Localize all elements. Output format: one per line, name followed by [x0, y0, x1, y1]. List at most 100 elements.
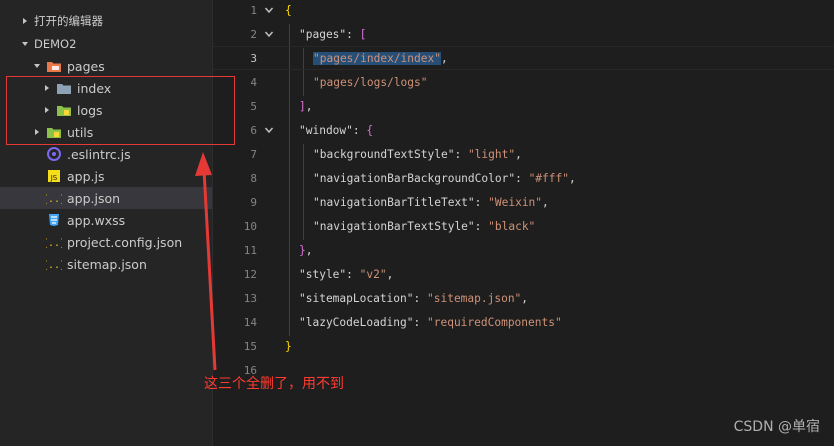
- code-token: "pages/logs/logs": [313, 75, 428, 89]
- code-token: :: [413, 315, 427, 329]
- code-token: ,: [542, 195, 549, 209]
- chevron-down-icon: [32, 61, 42, 71]
- svg-text:JS: JS: [50, 174, 58, 182]
- code-token: {: [366, 123, 374, 137]
- code-token: :: [474, 219, 489, 233]
- code-token: :: [352, 123, 367, 137]
- code-text: "navigationBarTextStyle": "black": [313, 220, 535, 233]
- code-token: "#fff": [528, 171, 569, 185]
- code-token: ,: [521, 291, 529, 305]
- tree-item-label: project.config.json: [67, 234, 183, 250]
- code-line[interactable]: 2 "pages": [: [213, 22, 834, 46]
- code-line[interactable]: 15}: [213, 334, 834, 358]
- fold-chevron-icon[interactable]: [263, 28, 275, 40]
- svg-text:{..}: {..}: [46, 238, 62, 249]
- code-text: ],: [299, 100, 313, 113]
- code-line[interactable]: 10 "navigationBarTextStyle": "black": [213, 214, 834, 238]
- chevron-right-icon: [20, 16, 30, 26]
- code-token: :: [413, 291, 427, 305]
- code-line[interactable]: 12 "style": "v2",: [213, 262, 834, 286]
- code-token: "pages": [299, 27, 347, 41]
- annotation-arrow-icon: [195, 152, 217, 371]
- fold-chevron-icon[interactable]: [263, 124, 275, 136]
- code-line[interactable]: 7 "backgroundTextStyle": "light",: [213, 142, 834, 166]
- code-token: "window": [299, 123, 353, 137]
- tree-item-sitemap-json[interactable]: {..} sitemap.json: [0, 253, 213, 275]
- tree-item-app-js[interactable]: JS app.js: [0, 165, 213, 187]
- code-token: {: [285, 3, 292, 17]
- code-token: ,: [305, 243, 313, 257]
- annotation-text: 这三个全删了，用不到: [204, 376, 344, 392]
- fold-chevron-icon[interactable]: [263, 4, 275, 16]
- tree-item-label: pages: [67, 58, 105, 74]
- code-line[interactable]: 5],: [213, 94, 834, 118]
- code-line[interactable]: 3 "pages/index/index",: [213, 46, 834, 70]
- code-token: "pages/index/index": [313, 51, 441, 65]
- code-token: ,: [515, 147, 522, 161]
- code-token: "v2": [359, 267, 387, 281]
- code-text: "window": {: [299, 124, 373, 137]
- code-text: "pages": [: [299, 28, 366, 41]
- code-line[interactable]: 8 "navigationBarBackgroundColor": "#fff",: [213, 166, 834, 190]
- project-section[interactable]: DEMO2: [0, 33, 213, 55]
- svg-text:{..}: {..}: [46, 194, 62, 205]
- code-line[interactable]: 4 "pages/logs/logs": [213, 70, 834, 94]
- json-file-icon: {..}: [46, 191, 62, 205]
- tree-item-app-wxss[interactable]: app.wxss: [0, 209, 213, 231]
- tree-item-label: sitemap.json: [67, 256, 147, 272]
- code-token: :: [346, 27, 360, 41]
- code-token: "sitemap.json": [427, 291, 522, 305]
- svg-text:{..}: {..}: [46, 260, 62, 271]
- folder-open-icon: [46, 59, 62, 73]
- watermark: CSDN @单宿: [733, 419, 820, 435]
- tree-item-label: .eslintrc.js: [67, 146, 131, 162]
- code-line[interactable]: 1{: [213, 0, 834, 22]
- code-token: "black": [488, 219, 536, 233]
- code-line[interactable]: 13 "sitemapLocation": "sitemap.json",: [213, 286, 834, 310]
- tree-item-pages[interactable]: pages: [0, 55, 213, 77]
- code-token: ,: [440, 51, 448, 65]
- css-file-icon: [46, 213, 62, 227]
- code-text: "navigationBarTitleText": "Weixin",: [313, 196, 549, 209]
- code-line[interactable]: 14 "lazyCodeLoading": "requiredComponents…: [213, 310, 834, 334]
- json-file-icon: {..}: [46, 257, 62, 271]
- code-text: {: [285, 4, 292, 17]
- code-line[interactable]: 6 "window": {: [213, 118, 834, 142]
- project-label: DEMO2: [34, 37, 77, 51]
- code-line[interactable]: 11},: [213, 238, 834, 262]
- code-token: "navigationBarTextStyle": [313, 219, 475, 233]
- code-token: "style": [299, 267, 347, 281]
- code-token: "backgroundTextStyle": [313, 147, 455, 161]
- tree-item-project-config-json[interactable]: {..} project.config.json: [0, 231, 213, 253]
- code-text: "pages/index/index",: [313, 51, 448, 65]
- code-line[interactable]: 9 "navigationBarTitleText": "Weixin",: [213, 190, 834, 214]
- open-editors-label: 打开的编辑器: [34, 14, 103, 28]
- code-text: "lazyCodeLoading": "requiredComponents": [299, 316, 562, 329]
- code-text: "sitemapLocation": "sitemap.json",: [299, 292, 528, 305]
- json-file-icon: {..}: [46, 235, 62, 249]
- code-token: ,: [386, 267, 394, 281]
- code-token: "Weixin": [488, 195, 543, 209]
- line-number: 3: [250, 51, 257, 65]
- code-token: :: [346, 267, 360, 281]
- tree-item-app-json[interactable]: {..} app.json: [0, 187, 213, 209]
- tree-item-label: app.json: [67, 190, 121, 206]
- line-number: 1: [250, 3, 257, 17]
- tree-item-label: app.wxss: [67, 212, 126, 228]
- explorer-sidebar: 打开的编辑器 DEMO2 pages index logs utils .eslintr…: [0, 0, 213, 446]
- tree-item-eslintrc-js[interactable]: .eslintrc.js: [0, 143, 213, 165]
- code-token: "navigationBarBackgroundColor": [313, 171, 516, 185]
- code-text: },: [299, 244, 313, 257]
- code-token: :: [454, 147, 468, 161]
- code-token: [: [359, 27, 367, 41]
- code-text: }: [285, 340, 292, 353]
- code-token: "navigationBarTitleText": [313, 195, 475, 209]
- code-token: :: [474, 195, 489, 209]
- open-editors-section[interactable]: 打开的编辑器: [0, 10, 213, 32]
- code-token: :: [515, 171, 529, 185]
- annotation-highlight-box: [6, 76, 235, 145]
